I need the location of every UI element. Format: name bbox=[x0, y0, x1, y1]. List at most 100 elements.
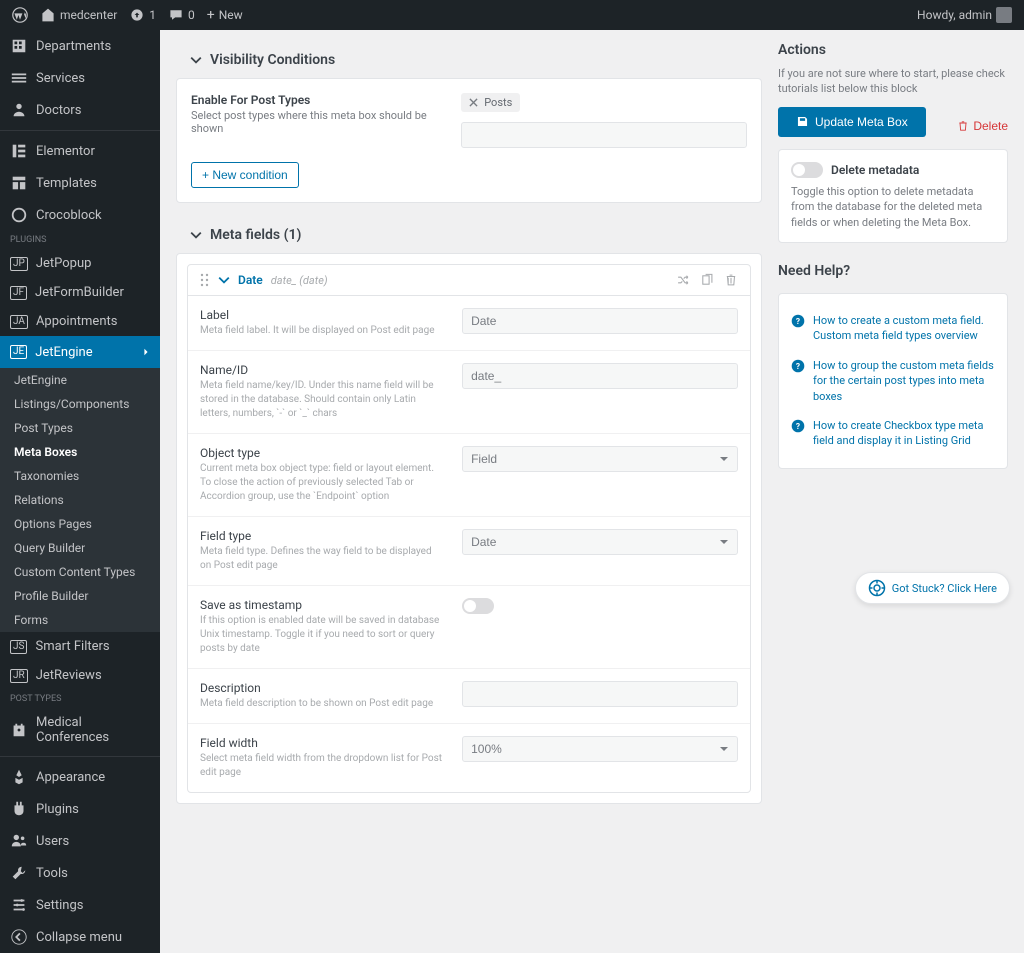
fieldtype-select[interactable]: Date bbox=[462, 529, 738, 555]
question-icon: ? bbox=[791, 314, 805, 328]
description-input[interactable] bbox=[462, 681, 738, 707]
svg-text:?: ? bbox=[796, 422, 800, 432]
sidebar-posttypes-label: POST TYPES bbox=[0, 690, 160, 708]
update-metabox-button[interactable]: Update Meta Box bbox=[778, 107, 926, 137]
sidebar-item-settings[interactable]: Settings bbox=[0, 889, 160, 921]
help-title: Need Help? bbox=[778, 263, 1008, 279]
drag-handle-icon[interactable] bbox=[200, 273, 210, 287]
sidebar-sub-forms[interactable]: Forms bbox=[0, 608, 160, 632]
width-select[interactable]: 100% bbox=[462, 736, 738, 762]
metafields-section: Meta fields (1) Date date_ (date) bbox=[176, 217, 762, 804]
posttype-select[interactable] bbox=[461, 122, 747, 148]
sidebar-item-jetengine[interactable]: JEJetEngine bbox=[0, 336, 160, 368]
delete-metadata-label: Delete metadata bbox=[831, 163, 919, 177]
sidebar-item-jetformbuilder[interactable]: JFJetFormBuilder bbox=[0, 278, 160, 307]
metafield-item: Date date_ (date) LabelMeta field l bbox=[187, 264, 751, 793]
chevron-down-icon bbox=[190, 54, 202, 66]
row-label: LabelMeta field label. It will be displa… bbox=[188, 296, 750, 351]
admin-sidebar: Departments Services Doctors Elementor T… bbox=[0, 30, 160, 953]
row-nameid: Name/IDMeta field name/key/ID. Under thi… bbox=[188, 351, 750, 434]
help-panel: ?How to create a custom meta field. Cust… bbox=[778, 293, 1008, 469]
help-link-3[interactable]: ?How to create Checkbox type meta field … bbox=[791, 411, 995, 456]
svg-text:?: ? bbox=[796, 317, 800, 327]
sidebar-item-plugins[interactable]: Plugins bbox=[0, 793, 160, 825]
new-content[interactable]: +New bbox=[207, 7, 243, 23]
site-name[interactable]: medcenter bbox=[40, 7, 117, 23]
help-link-2[interactable]: ?How to group the custom meta fields for… bbox=[791, 351, 995, 411]
posttype-tag-posts[interactable]: Posts bbox=[461, 93, 520, 112]
copy-icon[interactable] bbox=[700, 273, 714, 287]
timestamp-toggle[interactable] bbox=[462, 598, 494, 614]
metafields-title: Meta fields (1) bbox=[210, 227, 301, 243]
metafield-name: Date bbox=[238, 273, 263, 287]
sidebar-sub-posttypes[interactable]: Post Types bbox=[0, 416, 160, 440]
save-icon bbox=[796, 115, 809, 128]
sidebar-item-appearance[interactable]: Appearance bbox=[0, 761, 160, 793]
sidebar-item-departments[interactable]: Departments bbox=[0, 30, 160, 62]
close-icon[interactable] bbox=[469, 98, 478, 107]
sidebar-item-jetpopup[interactable]: JPJetPopup bbox=[0, 249, 160, 278]
row-objtype: Object typeCurrent meta box object type:… bbox=[188, 434, 750, 517]
sidebar-sub-optionspages[interactable]: Options Pages bbox=[0, 512, 160, 536]
chevron-down-icon bbox=[190, 229, 202, 241]
float-help-button[interactable]: Got Stuck? Click Here bbox=[855, 572, 1010, 604]
delete-metadata-toggle[interactable] bbox=[791, 162, 823, 178]
delete-metadata-desc: Toggle this option to delete metadata fr… bbox=[791, 184, 995, 230]
nameid-input[interactable] bbox=[462, 363, 738, 389]
visibility-section: Visibility Conditions Enable For Post Ty… bbox=[176, 42, 762, 203]
sidebar-item-users[interactable]: Users bbox=[0, 825, 160, 857]
sidebar-item-smartfilters[interactable]: JSSmart Filters bbox=[0, 632, 160, 661]
metafield-item-header[interactable]: Date date_ (date) bbox=[188, 265, 750, 296]
row-timestamp: Save as timestampIf this option is enabl… bbox=[188, 586, 750, 669]
metafield-key: date_ (date) bbox=[271, 274, 328, 287]
shuffle-icon[interactable] bbox=[676, 273, 690, 287]
sidebar-sub-querybuilder[interactable]: Query Builder bbox=[0, 536, 160, 560]
visibility-title: Visibility Conditions bbox=[210, 52, 335, 68]
sidebar-sub-profilebuilder[interactable]: Profile Builder bbox=[0, 584, 160, 608]
help-link-1[interactable]: ?How to create a custom meta field. Cust… bbox=[791, 306, 995, 351]
comments-count[interactable]: 0 bbox=[168, 7, 195, 23]
support-icon bbox=[868, 579, 886, 597]
visibility-header[interactable]: Visibility Conditions bbox=[176, 42, 762, 78]
trash-icon bbox=[957, 120, 969, 132]
enable-posttypes-label: Enable For Post Types bbox=[191, 93, 441, 107]
updates-count[interactable]: 1 bbox=[129, 7, 156, 23]
sidebar-item-doctors[interactable]: Doctors bbox=[0, 94, 160, 126]
sidebar-plugins-label: PLUGINS bbox=[0, 231, 160, 249]
sidebar-sub-metaboxes[interactable]: Meta Boxes bbox=[0, 440, 160, 464]
sidebar-item-crocoblock[interactable]: Crocoblock bbox=[0, 199, 160, 231]
sidebar-item-medical-conferences[interactable]: MedicalConferences bbox=[0, 708, 160, 752]
howdy-user[interactable]: Howdy, admin bbox=[917, 7, 1012, 23]
metafields-header[interactable]: Meta fields (1) bbox=[176, 217, 762, 253]
new-condition-button[interactable]: + New condition bbox=[191, 162, 299, 188]
sidebar-item-collapse[interactable]: Collapse menu bbox=[0, 921, 160, 953]
actions-title: Actions bbox=[778, 42, 1008, 58]
svg-text:?: ? bbox=[796, 362, 800, 372]
row-fieldtype: Field typeMeta field type. Defines the w… bbox=[188, 517, 750, 586]
row-description: DescriptionMeta field description to be … bbox=[188, 669, 750, 724]
admin-bar: medcenter 1 0 +New Howdy, admin bbox=[0, 0, 1024, 30]
question-icon: ? bbox=[791, 359, 805, 373]
question-icon: ? bbox=[791, 419, 805, 433]
trash-icon[interactable] bbox=[724, 273, 738, 287]
objtype-select[interactable]: Field bbox=[462, 446, 738, 472]
delete-button[interactable]: Delete bbox=[957, 119, 1008, 133]
sidebar-item-templates[interactable]: Templates bbox=[0, 167, 160, 199]
enable-posttypes-desc: Select post types where this meta box sh… bbox=[191, 109, 441, 135]
sidebar-item-tools[interactable]: Tools bbox=[0, 857, 160, 889]
sidebar-sub-relations[interactable]: Relations bbox=[0, 488, 160, 512]
wp-logo[interactable] bbox=[12, 7, 28, 23]
sidebar-sub-taxonomies[interactable]: Taxonomies bbox=[0, 464, 160, 488]
sidebar-item-services[interactable]: Services bbox=[0, 62, 160, 94]
row-width: Field widthSelect meta field width from … bbox=[188, 724, 750, 792]
label-input[interactable] bbox=[462, 308, 738, 334]
sidebar-item-elementor[interactable]: Elementor bbox=[0, 135, 160, 167]
sidebar-item-jetreviews[interactable]: JRJetReviews bbox=[0, 661, 160, 690]
delete-metadata-panel: Delete metadata Toggle this option to de… bbox=[778, 149, 1008, 243]
actions-note: If you are not sure where to start, plea… bbox=[778, 66, 1008, 97]
sidebar-item-appointments[interactable]: JAAppointments bbox=[0, 307, 160, 336]
sidebar-sub-jetengine[interactable]: JetEngine bbox=[0, 368, 160, 392]
chevron-down-icon bbox=[218, 274, 230, 286]
sidebar-sub-cct[interactable]: Custom Content Types bbox=[0, 560, 160, 584]
sidebar-sub-listings[interactable]: Listings/Components bbox=[0, 392, 160, 416]
